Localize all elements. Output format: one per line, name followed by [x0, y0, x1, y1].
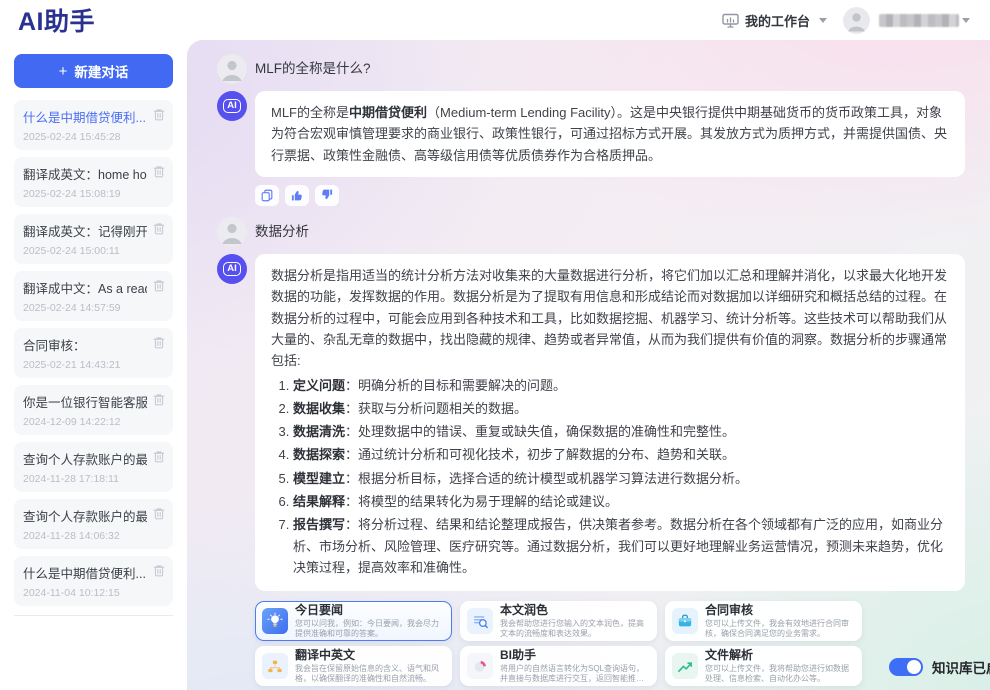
- trash-icon[interactable]: [153, 450, 165, 463]
- new-chat-button[interactable]: + 新建对话: [14, 54, 173, 88]
- trash-icon[interactable]: [153, 108, 165, 121]
- trash-icon[interactable]: [153, 507, 165, 520]
- list-item: 数据清洗：处理数据中的错误、重复或缺失值，确保数据的准确性和完整性。: [293, 421, 949, 442]
- ai-message: AI MLF的全称是中期借贷便利（Medium-term Lending Fac…: [217, 91, 965, 206]
- ai-avatar: AI: [217, 91, 247, 121]
- message-actions: [255, 185, 965, 206]
- user-avatar: [217, 54, 247, 84]
- user-avatar[interactable]: [843, 7, 870, 34]
- user-message: MLF的全称是什么?: [217, 54, 965, 84]
- chevron-down-icon[interactable]: [962, 18, 970, 23]
- trash-icon[interactable]: [153, 279, 165, 292]
- translate-icon: [262, 653, 288, 679]
- ai-intro-text: 数据分析是指用适当的统计分析方法对收集来的大量数据进行分析，将它们加以汇总和理解…: [271, 268, 947, 368]
- sidebar-divider: [14, 615, 173, 616]
- card-text-polish[interactable]: 本文润色 我会帮助您进行您输入的文本润色，提高文本的流畅度和表达效果。: [460, 601, 657, 641]
- user-message-text: MLF的全称是什么?: [255, 54, 371, 84]
- chevron-down-icon: [819, 18, 827, 23]
- history-item[interactable]: 翻译成中文：As a reader... 2025-02-24 14:57:59: [14, 271, 173, 321]
- card-bi-assistant[interactable]: BI助手 将用户的自然语言转化为SQL查询语句，并直接与数据库进行交互，返回智能…: [460, 646, 657, 686]
- history-item[interactable]: 翻译成英文：home home 2025-02-24 15:08:19: [14, 157, 173, 207]
- trash-icon[interactable]: [153, 222, 165, 235]
- knowledge-toggle-label: 知识库已启用: [932, 657, 990, 677]
- suggestion-cards: 今日要闻 您可以问我，例如：今日要闻，我会尽力提供准确和可靠的答案。 本文润色 …: [255, 601, 862, 686]
- history-item[interactable]: 查询个人存款账户的最新... 2024-11-28 14:06:32: [14, 499, 173, 549]
- user-message-text: 数据分析: [255, 217, 309, 247]
- chat-panel: MLF的全称是什么? AI MLF的全称是中期借贷便利（Medium-term …: [187, 40, 990, 690]
- history-item[interactable]: 什么是中期借贷便利... 2024-11-04 10:12:15: [14, 556, 173, 606]
- toggle-knob: [907, 660, 921, 674]
- history-item[interactable]: 合同审核： 2025-02-21 14:43:21: [14, 328, 173, 378]
- history-item[interactable]: 查询个人存款账户的最新... 2024-11-28 17:18:11: [14, 442, 173, 492]
- polish-icon: [467, 608, 493, 634]
- top-header: AI助手 我的工作台: [0, 0, 990, 40]
- briefcase-icon: [672, 608, 698, 634]
- history-item[interactable]: 翻译成英文：记得刚开始... 2025-02-24 15:00:11: [14, 214, 173, 264]
- user-message: 数据分析: [217, 217, 965, 247]
- workspace-label: 我的工作台: [745, 11, 810, 30]
- history-item[interactable]: 什么是中期借贷便利... 2025-02-24 15:45:28: [14, 100, 173, 150]
- trash-icon[interactable]: [153, 564, 165, 577]
- new-chat-label: 新建对话: [74, 61, 128, 81]
- card-today-news[interactable]: 今日要闻 您可以问我，例如：今日要闻，我会尽力提供准确和可靠的答案。: [255, 601, 452, 641]
- knowledge-base-toggle-group: 知识库已启用: [889, 657, 990, 677]
- list-item: 定义问题：明确分析的目标和需要解决的问题。: [293, 375, 949, 396]
- app-logo: AI助手: [18, 2, 95, 38]
- list-item: 报告撰写：将分析过程、结果和结论整理成报告，供决策者参考。数据分析在各个领域都有…: [293, 514, 949, 578]
- trend-icon: [672, 653, 698, 679]
- ai-avatar: AI: [217, 254, 247, 284]
- trash-icon[interactable]: [153, 165, 165, 178]
- trash-icon[interactable]: [153, 393, 165, 406]
- thumbs-down-icon[interactable]: [315, 185, 339, 206]
- plus-icon: +: [59, 64, 68, 79]
- card-file-parse[interactable]: 文件解析 您可以上传文件，我将帮助您进行如数据处理、信息检索、自动化办公等。: [665, 646, 862, 686]
- list-item: 结果解释：将模型的结果转化为易于理解的结论或建议。: [293, 491, 949, 512]
- knowledge-toggle[interactable]: [889, 658, 923, 676]
- user-name-redacted: [879, 14, 959, 27]
- trash-icon[interactable]: [153, 336, 165, 349]
- user-avatar: [217, 217, 247, 247]
- pie-chart-icon: [467, 653, 493, 679]
- analysis-steps-list: 定义问题：明确分析的目标和需要解决的问题。 数据收集：获取与分析问题相关的数据。…: [271, 375, 949, 579]
- list-item: 数据探索：通过统计分析和可视化技术，初步了解数据的分布、趋势和关联。: [293, 444, 949, 465]
- list-item: 模型建立：根据分析目标，选择合适的统计模型或机器学习算法进行数据分析。: [293, 468, 949, 489]
- list-item: 数据收集：获取与分析问题相关的数据。: [293, 398, 949, 419]
- ai-message: AI 数据分析是指用适当的统计分析方法对收集来的大量数据进行分析，将它们加以汇总…: [217, 254, 965, 591]
- ai-message-bubble: MLF的全称是中期借贷便利（Medium-term Lending Facili…: [255, 91, 965, 177]
- card-contract-review[interactable]: 合同审核 您可以上传文件，我会有效地进行合同审核，确保合同满足您的业务需求。: [665, 601, 862, 641]
- copy-icon[interactable]: [255, 185, 279, 206]
- card-translate[interactable]: 翻译中英文 我会旨在保留原始信息的含义、语气和风格，以确保翻译的准确性和自然流畅…: [255, 646, 452, 686]
- monitor-icon: [722, 13, 739, 28]
- bulb-icon: [262, 608, 288, 634]
- history-list: 什么是中期借贷便利... 2025-02-24 15:45:28 翻译成英文：h…: [14, 100, 173, 606]
- workspace-menu[interactable]: 我的工作台: [722, 11, 827, 30]
- ai-message-bubble: 数据分析是指用适当的统计分析方法对收集来的大量数据进行分析，将它们加以汇总和理解…: [255, 254, 965, 591]
- history-item[interactable]: 你是一位银行智能客服，... 2024-12-09 14:22:12: [14, 385, 173, 435]
- thumbs-up-icon[interactable]: [285, 185, 309, 206]
- sidebar: + 新建对话 什么是中期借贷便利... 2025-02-24 15:45:28 …: [0, 40, 187, 690]
